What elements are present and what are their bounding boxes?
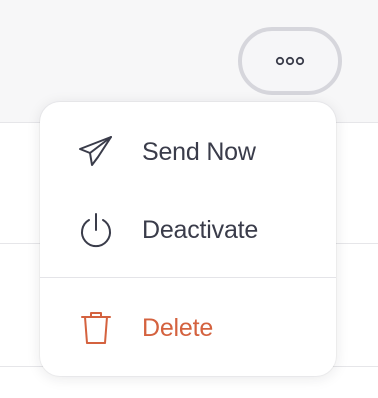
menu-item-deactivate[interactable]: Deactivate xyxy=(40,198,336,262)
more-actions-button[interactable] xyxy=(238,27,342,95)
menu-item-label: Delete xyxy=(142,313,214,342)
menu-item-send-now[interactable]: Send Now xyxy=(40,120,336,184)
paper-plane-icon xyxy=(76,132,116,172)
menu-item-label: Send Now xyxy=(142,137,256,166)
menu-item-label: Deactivate xyxy=(142,215,259,244)
actions-menu: Send Now Deactivate Delete xyxy=(40,102,336,376)
ellipsis-icon xyxy=(275,56,305,66)
trash-icon xyxy=(76,308,116,348)
page: Send Now Deactivate Delete xyxy=(0,0,378,398)
menu-item-delete[interactable]: Delete xyxy=(40,296,336,360)
menu-divider xyxy=(40,277,336,278)
power-icon xyxy=(76,210,116,250)
